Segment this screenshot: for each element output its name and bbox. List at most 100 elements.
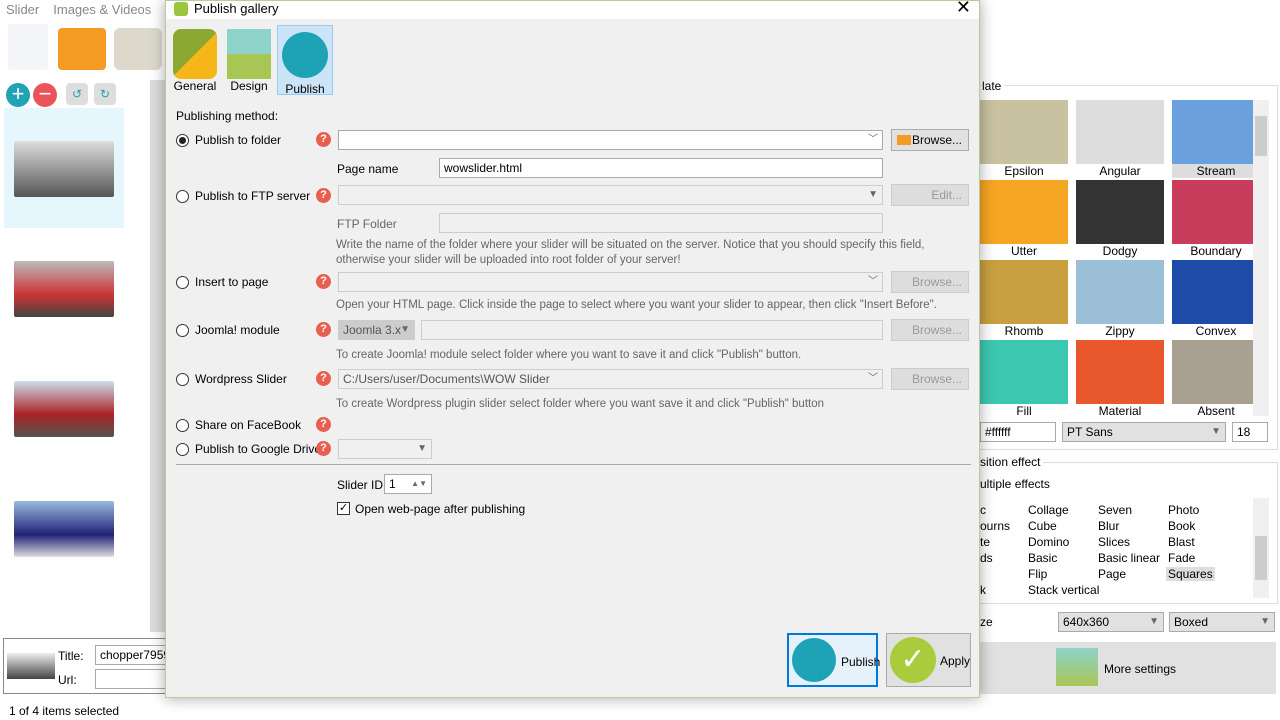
remove-icon[interactable]: − bbox=[33, 83, 57, 107]
template-absent[interactable]: Absent bbox=[1172, 340, 1260, 418]
close-icon[interactable]: ✕ bbox=[956, 0, 971, 16]
method-radio[interactable]: Wordpress Slider bbox=[176, 372, 287, 386]
template-rhomb[interactable]: Rhomb bbox=[980, 260, 1068, 338]
effect-item[interactable]: Flip bbox=[1028, 567, 1047, 581]
tab-design[interactable]: Design bbox=[224, 25, 274, 95]
method-radio[interactable]: Publish to Google Drive bbox=[176, 442, 321, 456]
template-material[interactable]: Material bbox=[1076, 340, 1164, 418]
tab-general[interactable]: General bbox=[170, 25, 220, 95]
font-size-value: 18 bbox=[1237, 425, 1251, 439]
menu-slider[interactable]: Slider bbox=[6, 2, 39, 17]
browse-wordpress-button[interactable]: Browse... bbox=[891, 368, 969, 390]
effect-item[interactable]: Domino bbox=[1028, 535, 1069, 549]
browse-folder-button[interactable]: Browse... bbox=[891, 129, 969, 151]
status-text: 1 of 4 items selected bbox=[9, 704, 120, 718]
list-scrollbar[interactable] bbox=[150, 80, 165, 632]
color-input[interactable]: #ffffff bbox=[980, 422, 1056, 442]
effect-item[interactable]: Basic bbox=[1028, 551, 1057, 565]
layout-select[interactable]: Boxed ▼ bbox=[1169, 612, 1275, 632]
checkmark-icon: ✓ bbox=[890, 637, 936, 683]
method-radio[interactable]: Publish to folder bbox=[176, 133, 281, 147]
template-stream[interactable]: Stream bbox=[1172, 100, 1260, 178]
open-page-checkbox[interactable]: ✓ bbox=[337, 502, 350, 515]
slide-thumbnail[interactable] bbox=[14, 501, 114, 557]
effect-item[interactable]: Stack vertical bbox=[1028, 583, 1099, 597]
joomla-version-select[interactable]: Joomla 3.x ▼ bbox=[338, 320, 415, 340]
ftp-folder-input[interactable] bbox=[439, 213, 883, 233]
joomla-folder-input[interactable] bbox=[421, 320, 883, 340]
url-input[interactable] bbox=[95, 669, 175, 689]
template-boundary[interactable]: Boundary bbox=[1172, 180, 1260, 258]
effect-item[interactable]: Book bbox=[1168, 519, 1195, 533]
browse-joomla-button[interactable]: Browse... bbox=[891, 319, 969, 341]
tab-publish[interactable]: Publish bbox=[277, 25, 333, 96]
method-label: Publish to FTP server bbox=[195, 189, 311, 203]
effect-item[interactable]: ourns bbox=[980, 519, 1010, 533]
slide-thumbnail[interactable] bbox=[14, 141, 114, 197]
page-name-input[interactable]: wowslider.html bbox=[439, 158, 883, 178]
effect-item[interactable]: Cube bbox=[1028, 519, 1057, 533]
effect-item[interactable]: Seven bbox=[1098, 503, 1132, 517]
rotate-right-icon[interactable]: ↻ bbox=[94, 83, 116, 105]
template-preview bbox=[1076, 340, 1164, 404]
help-icon[interactable]: ? bbox=[316, 322, 331, 337]
folder-select[interactable]: ﹀ bbox=[338, 130, 883, 150]
template-convex[interactable]: Convex bbox=[1172, 260, 1260, 338]
help-icon[interactable]: ? bbox=[316, 188, 331, 203]
effect-item[interactable]: Collage bbox=[1028, 503, 1069, 517]
help-icon[interactable]: ? bbox=[316, 371, 331, 386]
insert-page-select[interactable]: ﹀ bbox=[338, 272, 883, 292]
multiple-effects-checkbox[interactable]: ultiple effects bbox=[980, 477, 1050, 491]
effect-item[interactable]: Photo bbox=[1168, 503, 1199, 517]
template-fill[interactable]: Fill bbox=[980, 340, 1068, 418]
browse-insert-button[interactable]: Browse... bbox=[891, 271, 969, 293]
help-icon[interactable]: ? bbox=[316, 132, 331, 147]
open-folder-icon[interactable] bbox=[58, 28, 106, 70]
effect-item[interactable]: Squares bbox=[1166, 567, 1215, 581]
effect-item[interactable]: Blast bbox=[1168, 535, 1195, 549]
template-epsilon[interactable]: Epsilon bbox=[980, 100, 1068, 178]
help-icon[interactable]: ? bbox=[316, 274, 331, 289]
effect-item[interactable]: te bbox=[980, 535, 990, 549]
method-radio[interactable]: Share on FaceBook bbox=[176, 418, 301, 432]
template-angular[interactable]: Angular bbox=[1076, 100, 1164, 178]
template-dodgy[interactable]: Dodgy bbox=[1076, 180, 1164, 258]
more-settings-button[interactable]: More settings bbox=[980, 642, 1276, 694]
menu-images-videos[interactable]: Images & Videos bbox=[53, 2, 151, 17]
effect-item[interactable]: ds bbox=[980, 551, 993, 565]
slider-id-stepper[interactable]: 1 ▲▼ bbox=[384, 474, 432, 494]
publish-button[interactable]: Publish bbox=[787, 633, 880, 687]
edit-ftp-button[interactable]: Edit... bbox=[891, 184, 969, 206]
help-icon[interactable]: ? bbox=[316, 417, 331, 432]
effect-item[interactable]: Fade bbox=[1168, 551, 1195, 565]
effect-item[interactable]: Basic linear bbox=[1098, 551, 1160, 565]
effect-item[interactable]: Slices bbox=[1098, 535, 1130, 549]
apply-button[interactable]: ✓ Apply bbox=[886, 633, 971, 687]
slide-thumbnail[interactable] bbox=[14, 381, 114, 437]
help-icon[interactable]: ? bbox=[316, 441, 331, 456]
radio-circle bbox=[176, 418, 189, 432]
title-input[interactable]: chopper7959 bbox=[95, 645, 175, 665]
template-utter[interactable]: Utter bbox=[980, 180, 1068, 258]
new-file-icon[interactable] bbox=[8, 24, 48, 70]
rotate-left-icon[interactable]: ↺ bbox=[66, 83, 88, 105]
slide-thumbnail[interactable] bbox=[14, 261, 114, 317]
font-size-stepper[interactable]: 18 bbox=[1232, 422, 1268, 442]
effect-item[interactable]: Page bbox=[1098, 567, 1126, 581]
wordpress-folder-select[interactable]: C:/Users/user/Documents\WOW Slider ﹀ bbox=[338, 369, 883, 389]
method-radio[interactable]: Insert to page bbox=[176, 275, 268, 289]
effects-scrollbar[interactable] bbox=[1253, 498, 1269, 598]
method-radio[interactable]: Publish to FTP server bbox=[176, 189, 310, 203]
font-select[interactable]: PT Sans ▼ bbox=[1062, 422, 1226, 442]
template-scrollbar[interactable] bbox=[1253, 100, 1269, 416]
template-zippy[interactable]: Zippy bbox=[1076, 260, 1164, 338]
save-drive-icon[interactable] bbox=[114, 28, 162, 70]
effect-item[interactable]: Blur bbox=[1098, 519, 1119, 533]
effect-item[interactable]: c bbox=[980, 503, 986, 517]
google-drive-select[interactable]: ▼ bbox=[338, 439, 432, 459]
effect-item[interactable]: k bbox=[980, 583, 986, 597]
method-radio[interactable]: Joomla! module bbox=[176, 323, 280, 337]
ftp-server-select[interactable]: ▼ bbox=[338, 185, 883, 205]
add-icon[interactable]: + bbox=[6, 83, 30, 107]
size-select[interactable]: 640x360 ▼ bbox=[1058, 612, 1164, 632]
